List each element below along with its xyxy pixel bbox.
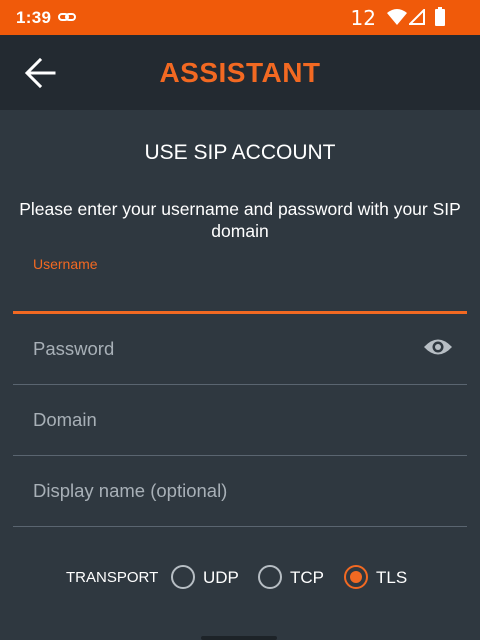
domain-placeholder: Domain <box>33 409 97 430</box>
status-bar: 1:39 12 <box>0 0 480 35</box>
radio-dot <box>350 571 362 583</box>
link-icon <box>58 9 76 30</box>
eye-icon <box>424 339 452 355</box>
password-visibility-toggle[interactable] <box>423 336 453 363</box>
battery-icon <box>435 7 445 31</box>
network-indicator: 12 <box>350 6 376 30</box>
transport-label: TRANSPORT <box>66 569 159 586</box>
toolbar: ASSISTANT <box>0 35 480 110</box>
instructions-text: Please enter your username and password … <box>19 199 461 241</box>
toolbar-title: ASSISTANT <box>159 57 321 88</box>
password-placeholder: Password <box>33 338 115 359</box>
signal-icon <box>407 7 425 30</box>
transport-option-label: TCP <box>290 568 324 587</box>
password-field[interactable]: Password <box>13 314 467 385</box>
status-time: 1:39 <box>16 8 52 27</box>
radio-unchecked-icon <box>258 565 282 589</box>
page-heading: USE SIP ACCOUNT <box>144 141 336 164</box>
username-label: Username <box>33 256 98 272</box>
display-name-underline <box>13 526 467 527</box>
bottom-sheet-handle <box>201 636 277 640</box>
display-name-field[interactable]: Display name (optional) <box>13 456 467 527</box>
transport-selector: TRANSPORT UDP TCP TLS <box>0 563 480 591</box>
transport-option-label: UDP <box>203 568 239 587</box>
display-name-placeholder: Display name (optional) <box>33 480 228 501</box>
radio-unchecked-icon <box>171 565 195 589</box>
transport-option-label: TLS <box>376 568 408 587</box>
username-field[interactable]: Username <box>13 256 467 314</box>
domain-field[interactable]: Domain <box>13 385 467 456</box>
wifi-icon <box>387 9 407 30</box>
